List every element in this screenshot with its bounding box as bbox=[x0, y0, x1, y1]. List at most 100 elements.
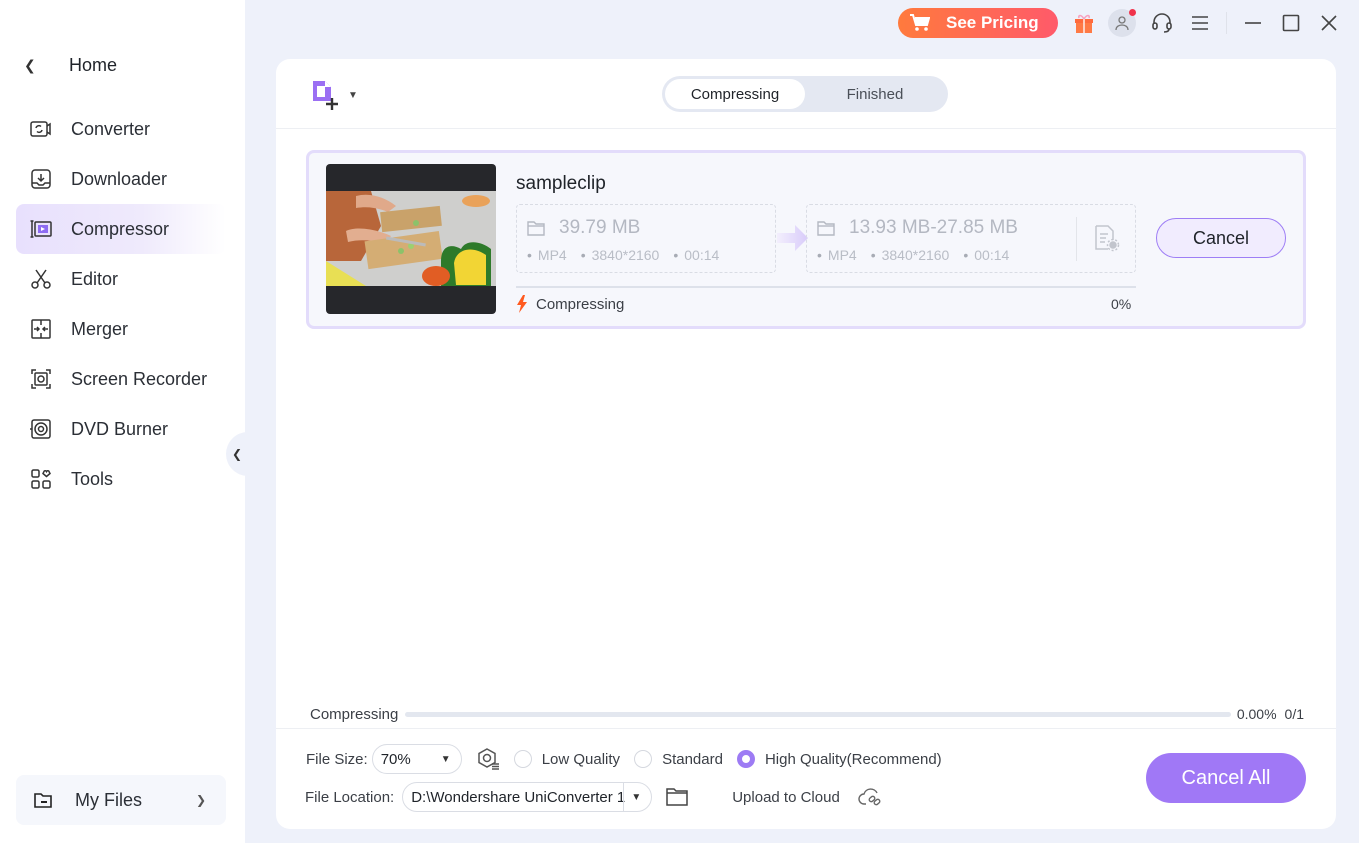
sidebar-item-merger[interactable]: Merger bbox=[16, 304, 226, 354]
user-avatar[interactable] bbox=[1108, 9, 1136, 37]
divider bbox=[276, 728, 1336, 729]
file-size-row: File Size: 70% ▼ Low Quality Standard Hi… bbox=[306, 743, 942, 775]
radio-standard[interactable]: Standard bbox=[634, 750, 723, 768]
close-icon bbox=[1321, 15, 1337, 31]
video-thumbnail[interactable] bbox=[326, 164, 496, 314]
chevron-down-icon[interactable]: ▼ bbox=[348, 90, 358, 101]
thumbnail-scene bbox=[326, 191, 496, 286]
sidebar-item-downloader[interactable]: Downloader bbox=[16, 154, 226, 204]
chevron-down-icon: ▼ bbox=[631, 791, 642, 803]
cancel-button[interactable]: Cancel bbox=[1156, 218, 1286, 258]
file-name: sampleclip bbox=[516, 173, 606, 194]
lightning-icon bbox=[516, 295, 528, 313]
source-info: 39.79 MB MP4 3840*2160 00:14 bbox=[516, 204, 776, 273]
sidebar-item-label: Screen Recorder bbox=[71, 368, 208, 389]
add-file-icon bbox=[313, 81, 338, 110]
open-folder-icon[interactable] bbox=[666, 787, 688, 807]
headset-icon[interactable] bbox=[1150, 11, 1174, 35]
close-button[interactable] bbox=[1317, 11, 1341, 35]
chevron-right-icon: ❯ bbox=[195, 793, 206, 807]
cancel-all-button[interactable]: Cancel All bbox=[1146, 753, 1306, 803]
sidebar-item-label: Merger bbox=[71, 318, 129, 339]
file-size-value: 70% bbox=[380, 750, 411, 768]
upload-to-cloud-label: Upload to Cloud bbox=[732, 788, 840, 806]
target-resolution: 3840*2160 bbox=[871, 247, 950, 263]
minimize-button[interactable] bbox=[1241, 11, 1265, 35]
screen-recorder-icon bbox=[29, 367, 53, 391]
radio-label: Standard bbox=[662, 750, 723, 768]
notification-dot bbox=[1129, 9, 1136, 16]
source-resolution: 3840*2160 bbox=[581, 247, 660, 263]
target-format: MP4 bbox=[817, 247, 857, 263]
see-pricing-label: See Pricing bbox=[946, 13, 1039, 32]
sidebar-item-dvd-burner[interactable]: DVD Burner bbox=[16, 404, 226, 454]
merger-icon bbox=[29, 317, 53, 341]
sidebar-item-label: Tools bbox=[71, 468, 114, 489]
target-duration: 00:14 bbox=[963, 247, 1009, 263]
source-duration: 00:14 bbox=[673, 247, 719, 263]
radio-high-quality[interactable]: High Quality(Recommend) bbox=[736, 750, 942, 768]
overall-progress-bar bbox=[405, 711, 1231, 717]
sidebar-item-label: Converter bbox=[71, 118, 151, 139]
overall-progress-count: 0/1 bbox=[1284, 706, 1304, 722]
menu-icon[interactable] bbox=[1188, 11, 1212, 35]
sidebar-nav: Converter Downloader Compressor Editor M… bbox=[16, 104, 226, 504]
downloader-icon bbox=[29, 167, 53, 191]
status-tabs: Compressing Finished bbox=[662, 76, 948, 112]
target-info: 13.93 MB-27.85 MB MP4 3840*2160 00:14 bbox=[806, 204, 1136, 273]
sidebar-item-label: Compressor bbox=[71, 218, 170, 239]
disc-icon bbox=[29, 417, 53, 441]
chevron-left-icon: ❮ bbox=[231, 447, 243, 461]
chevron-left-icon: ❮ bbox=[24, 56, 36, 73]
task-status: Compressing bbox=[516, 295, 624, 313]
cloud-link-icon[interactable] bbox=[858, 786, 884, 808]
quality-settings-icon[interactable] bbox=[476, 747, 500, 771]
scissors-icon bbox=[29, 267, 53, 291]
maximize-button[interactable] bbox=[1279, 11, 1303, 35]
home-link[interactable]: ❮ Home bbox=[24, 50, 117, 80]
file-location-select[interactable]: D:\Wondershare UniConverter 1 ▼ bbox=[402, 782, 653, 812]
target-size: 13.93 MB-27.85 MB bbox=[849, 217, 1018, 238]
my-files-button[interactable]: My Files ❯ bbox=[16, 775, 226, 825]
file-settings-icon[interactable] bbox=[1091, 223, 1121, 258]
titlebar-divider bbox=[1226, 12, 1227, 34]
overall-progress: Compressing 0.00% 0/1 bbox=[310, 704, 1304, 724]
tab-compressing[interactable]: Compressing bbox=[665, 79, 805, 109]
add-files-button[interactable]: ▼ bbox=[310, 79, 358, 111]
sidebar-item-converter[interactable]: Converter bbox=[16, 104, 226, 154]
radio-label: Low Quality bbox=[541, 750, 621, 768]
home-label: Home bbox=[69, 54, 118, 75]
radio-circle bbox=[634, 750, 653, 768]
source-format: MP4 bbox=[527, 247, 567, 263]
sidebar-item-editor[interactable]: Editor bbox=[16, 254, 226, 304]
file-location-value: D:\Wondershare UniConverter 1 bbox=[411, 788, 626, 806]
sidebar-item-compressor[interactable]: Compressor bbox=[16, 204, 226, 254]
compressor-icon bbox=[29, 217, 53, 241]
radio-low-quality[interactable]: Low Quality bbox=[513, 750, 621, 768]
overall-progress-percent: 0.00% bbox=[1236, 706, 1277, 722]
sidebar-item-label: Downloader bbox=[71, 168, 168, 189]
sidebar: ❮ Home Converter Downloader Compressor E… bbox=[0, 0, 245, 843]
divider bbox=[623, 783, 625, 811]
gift-icon[interactable] bbox=[1072, 11, 1096, 35]
tab-finished[interactable]: Finished bbox=[805, 79, 945, 109]
chevron-down-icon: ▼ bbox=[440, 753, 451, 765]
maximize-icon bbox=[1282, 14, 1300, 32]
sidebar-item-tools[interactable]: Tools bbox=[16, 454, 226, 504]
sidebar-item-label: DVD Burner bbox=[71, 418, 169, 439]
see-pricing-button[interactable]: See Pricing bbox=[898, 8, 1058, 38]
folder-icon bbox=[817, 220, 835, 236]
compressor-panel: ▼ Compressing Finished sampleclip 39.79 … bbox=[276, 59, 1336, 829]
sidebar-item-screen-recorder[interactable]: Screen Recorder bbox=[16, 354, 226, 404]
folder-open-icon bbox=[34, 791, 54, 809]
tools-grid-icon bbox=[29, 467, 53, 491]
overall-progress-label: Compressing bbox=[310, 705, 399, 723]
arrow-right-icon bbox=[777, 225, 808, 251]
radio-circle bbox=[736, 750, 755, 768]
task-status-label: Compressing bbox=[536, 295, 625, 313]
file-size-select[interactable]: 70% ▼ bbox=[371, 744, 462, 774]
radio-label: High Quality(Recommend) bbox=[764, 750, 942, 768]
my-files-label: My Files bbox=[75, 789, 142, 810]
converter-icon bbox=[29, 117, 53, 141]
file-location-row: File Location: D:\Wondershare UniConvert… bbox=[305, 781, 884, 813]
